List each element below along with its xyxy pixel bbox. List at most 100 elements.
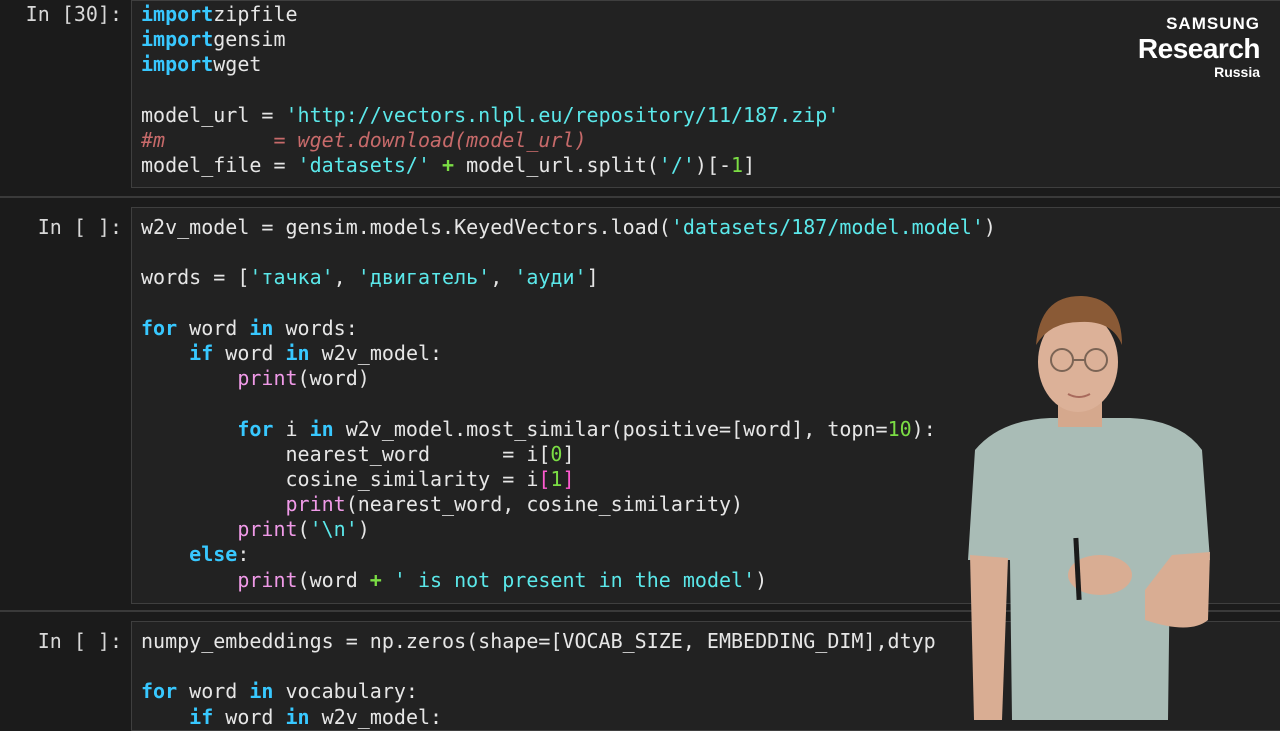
code-token: words = [ xyxy=(141,265,250,290)
code-token: ] xyxy=(586,265,599,290)
code-token: ) xyxy=(755,567,768,592)
code-line: #m = wget.download(model_url) xyxy=(141,128,839,153)
code-token: 1 xyxy=(731,153,744,178)
code-token: #m = wget.download(model_url) xyxy=(141,127,587,152)
code-line: if word in w2v_model: xyxy=(141,341,996,366)
code-line: print(word + ' is not present in the mod… xyxy=(141,568,996,593)
code-token: w2v_model: xyxy=(309,704,443,729)
code-line: for word in words: xyxy=(141,316,996,341)
code-token: ] xyxy=(562,441,575,466)
code-token: in xyxy=(285,340,310,365)
code-token: 0 xyxy=(550,441,563,466)
code-token: 'двигатель' xyxy=(357,265,491,290)
code-token: model_file = xyxy=(141,153,298,178)
code-token: for xyxy=(141,679,178,704)
code-line: w2v_model = gensim.models.KeyedVectors.l… xyxy=(141,215,996,240)
cell-1-prompt: In [30]: xyxy=(25,2,122,26)
code-token: + xyxy=(442,153,467,178)
code-token: (word xyxy=(297,567,370,592)
code-line: model_file = 'datasets/' + model_url.spl… xyxy=(141,153,839,178)
code-line: numpy_embeddings = np.zeros(shape=[VOCAB… xyxy=(141,629,936,654)
cell-1-code[interactable]: importzipfile importgensim importwget mode… xyxy=(141,2,839,178)
code-token: 'datasets/' xyxy=(297,153,443,178)
code-token: word xyxy=(177,679,250,704)
code-token: nearest_word = i[ xyxy=(141,441,551,466)
code-token: if xyxy=(189,704,214,729)
code-token: wget xyxy=(213,52,262,77)
code-token: word xyxy=(213,340,286,365)
code-token: i xyxy=(273,416,310,441)
code-line: importzipfile xyxy=(141,2,839,27)
code-token: import xyxy=(141,2,214,26)
code-token: gensim xyxy=(213,27,286,52)
code-line: print(nearest_word, cosine_similarity) xyxy=(141,492,996,517)
code-token: for xyxy=(237,416,274,441)
code-token: 'http://vectors.nlpl.eu/repository/11/18… xyxy=(285,102,840,127)
code-line: model_url = 'http://vectors.nlpl.eu/repo… xyxy=(141,103,839,128)
code-token: if xyxy=(189,340,214,365)
code-token: print xyxy=(237,517,298,542)
code-token: ] xyxy=(743,153,756,178)
code-token: + xyxy=(369,567,382,592)
code-token: 'тачка' xyxy=(249,265,334,290)
code-token: vocabulary: xyxy=(273,679,418,704)
code-line: else: xyxy=(141,542,996,567)
code-token: print xyxy=(237,366,298,391)
code-token: word xyxy=(177,315,250,340)
code-line: if word in w2v_model: xyxy=(141,705,936,730)
code-token: in xyxy=(249,679,274,704)
code-token: 'ауди' xyxy=(514,265,587,290)
cell-2-prompt: In [ ]: xyxy=(37,215,122,239)
code-line: nearest_word = i[0] xyxy=(141,442,996,467)
code-token: '\n' xyxy=(309,517,358,542)
code-token: w2v_model = gensim.models.KeyedVectors.l… xyxy=(141,215,671,239)
code-token: cosine_similarity = i xyxy=(141,466,539,491)
code-token: )[- xyxy=(694,153,732,178)
code-token: 1 xyxy=(550,466,563,491)
code-token: 'datasets/187/model.model' xyxy=(670,215,984,239)
code-line: cosine_similarity = i[1] xyxy=(141,467,996,492)
code-token: numpy_embeddings = np.zeros(shape=[VOCAB… xyxy=(141,629,936,653)
logo-line-2: Research xyxy=(1137,33,1261,64)
code-token: ( xyxy=(297,517,310,542)
code-token: (word) xyxy=(297,366,370,391)
code-line: print('\n') xyxy=(141,517,996,542)
code-token: w2v_model: xyxy=(309,340,443,365)
code-line: for word in vocabulary: xyxy=(141,679,936,704)
code-line: importgensim xyxy=(141,27,839,52)
code-line: print(word) xyxy=(141,366,996,391)
samsung-research-logo: SAMSUNG Research Russia xyxy=(1137,14,1261,80)
code-token: for xyxy=(141,315,178,340)
code-token: , xyxy=(333,265,358,290)
code-token: model_url = xyxy=(141,102,286,127)
code-token: ): xyxy=(911,416,936,441)
logo-line-1: SAMSUNG xyxy=(1166,14,1260,33)
code-token: else xyxy=(189,542,238,567)
code-token: '/' xyxy=(658,153,695,178)
code-token: zipfile xyxy=(213,2,298,26)
code-line: importwget xyxy=(141,52,839,77)
code-token: w2v_model.most_similar(positive=[word], … xyxy=(333,416,888,441)
code-token: print xyxy=(285,492,346,517)
code-token: ] xyxy=(562,466,575,491)
code-token: ) xyxy=(357,517,370,542)
code-token: in xyxy=(249,315,274,340)
cell-3-code[interactable]: numpy_embeddings = np.zeros(shape=[VOCAB… xyxy=(141,629,936,730)
code-token: 10 xyxy=(887,416,912,441)
code-token: word xyxy=(213,704,286,729)
code-token: , xyxy=(490,265,515,290)
code-token: in xyxy=(309,416,334,441)
cell-divider xyxy=(0,196,1280,198)
code-token: ' is not present in the model' xyxy=(393,567,756,592)
cell-2-code[interactable]: w2v_model = gensim.models.KeyedVectors.l… xyxy=(141,215,996,593)
cell-3-prompt: In [ ]: xyxy=(37,629,122,653)
